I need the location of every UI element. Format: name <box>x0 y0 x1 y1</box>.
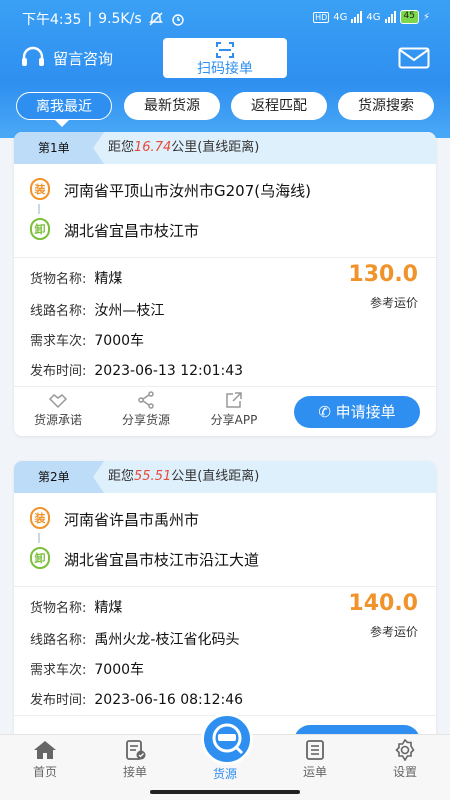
share-app-button[interactable]: 分享APP <box>194 391 274 428</box>
list-icon <box>306 740 324 760</box>
origin-address: 河南省平顶山市汝州市G207(乌海线) <box>64 182 311 200</box>
status-time: 下午4:35 <box>22 12 82 28</box>
time-row: 发布时间: 2023-06-16 08:12:46 <box>30 692 244 708</box>
price-label: 参考运价 <box>369 625 418 639</box>
trips-value: 7000车 <box>94 662 145 678</box>
hd-indicator: HD <box>313 11 330 23</box>
message-button[interactable] <box>398 47 430 73</box>
distance-value: 16.74 <box>134 140 172 155</box>
headset-icon <box>22 46 44 66</box>
signal-icon-2 <box>384 11 396 23</box>
time-value: 2023-06-13 12:01:43 <box>94 363 244 379</box>
route: 装 河南省许昌市禹州市 卸 湖北省宜昌市枝江市沿江大道 <box>14 493 436 587</box>
charging-icon: ⚡ <box>422 11 430 23</box>
trips-row: 需求车次: 7000车 <box>30 662 145 678</box>
scan-label: 扫码接单 <box>197 61 253 77</box>
line-value: 汝州—枝江 <box>94 303 165 319</box>
signal-icon <box>351 11 363 23</box>
nav-home[interactable]: 首页 <box>0 739 90 780</box>
home-icon <box>34 741 56 759</box>
destination-address: 湖北省宜昌市枝江市沿江大道 <box>64 551 260 569</box>
unload-icon: 卸 <box>30 547 50 569</box>
order-number: 第1单 <box>14 132 104 164</box>
filter-tabs: 离我最近 最新货源 返程匹配 货源搜索 <box>0 92 450 127</box>
time-value: 2023-06-16 08:12:46 <box>94 692 244 708</box>
goods-row: 货物名称: 精煤 <box>30 600 123 616</box>
price-label: 参考运价 <box>369 296 418 310</box>
time-row: 发布时间: 2023-06-13 12:01:43 <box>30 363 244 379</box>
mute-icon <box>148 12 163 26</box>
export-icon <box>226 392 242 408</box>
scan-icon <box>216 42 234 58</box>
tab-search[interactable]: 货源搜索 <box>338 92 434 120</box>
order-card[interactable]: 第1单 距您16.74公里(直线距离) 装 河南省平顶山市汝州市G207(乌海线… <box>14 132 436 436</box>
goods-value: 精煤 <box>94 600 123 616</box>
route-connector <box>38 204 40 214</box>
promise-button[interactable]: 货源承诺 <box>18 391 98 428</box>
consult-button[interactable]: 留言咨询 <box>20 46 113 70</box>
price-value: 140.0 <box>348 591 418 616</box>
nav-goods-center[interactable] <box>201 713 253 765</box>
goods-search-icon <box>212 723 244 755</box>
goods-value: 精煤 <box>94 271 123 287</box>
phone-icon: ✆ <box>318 403 331 421</box>
order-info: 货物名称: 精煤 线路名称: 汝州—枝江 需求车次: 7000车 发布时间: 2023-… <box>14 258 436 386</box>
trips-row: 需求车次: 7000车 <box>30 333 145 349</box>
price-value: 130.0 <box>348 262 418 287</box>
nav-accept[interactable]: 接单 <box>90 739 180 780</box>
nav-settings[interactable]: 设置 <box>360 739 450 780</box>
nav-waybill[interactable]: 运单 <box>270 739 360 780</box>
share-goods-button[interactable]: 分享货源 <box>106 391 186 428</box>
line-row: 线路名称: 汝州—枝江 <box>30 303 165 319</box>
status-divider: | <box>87 11 93 27</box>
order-info: 货物名称: 精煤 线路名称: 禹州火龙-枝江省化码头 需求车次: 7000车 发布时间… <box>14 587 436 715</box>
card-header: 第2单 距您55.51公里(直线距离) <box>14 461 436 493</box>
alarm-icon <box>171 14 184 26</box>
order-number: 第2单 <box>14 461 104 493</box>
card-header: 第1单 距您16.74公里(直线距离) <box>14 132 436 164</box>
gear-icon <box>395 739 415 761</box>
top-bar: 留言咨询 扫码接单 <box>0 38 450 82</box>
consult-label: 留言咨询 <box>53 49 114 68</box>
route-connector <box>38 533 40 543</box>
unload-icon: 卸 <box>30 218 50 240</box>
tab-latest[interactable]: 最新货源 <box>124 92 220 120</box>
route: 装 河南省平顶山市汝州市G207(乌海线) 卸 湖北省宜昌市枝江市 <box>14 164 436 258</box>
handshake-icon <box>48 394 68 409</box>
origin-address: 河南省许昌市禹州市 <box>64 511 200 529</box>
scan-order-button[interactable]: 扫码接单 <box>163 38 287 78</box>
share-icon <box>138 391 154 409</box>
line-row: 线路名称: 禹州火龙-枝江省化码头 <box>30 632 240 648</box>
card-actions: 货源承诺 分享货源 分享APP ✆ 申请接单 <box>14 386 436 436</box>
clipboard-check-icon <box>126 740 146 760</box>
status-speed: 9.5K/s <box>98 11 142 27</box>
destination-address: 湖北省宜昌市枝江市 <box>64 222 200 240</box>
tab-nearest[interactable]: 离我最近 <box>16 92 112 120</box>
tab-pointer <box>55 120 69 127</box>
trips-value: 7000车 <box>94 333 145 349</box>
distance-text: 距您55.51公里(直线距离) <box>108 469 260 484</box>
status-bar: 下午4:35 | 9.5K/s HD 4G 4G 45 ⚡ <box>0 0 450 34</box>
nav-goods[interactable]: 货源 <box>180 765 270 782</box>
network-type-2: 4G <box>366 11 381 23</box>
battery-icon: 45 <box>399 10 419 24</box>
home-indicator <box>150 790 300 794</box>
tab-return-match[interactable]: 返程匹配 <box>231 92 327 120</box>
apply-order-button[interactable]: ✆ 申请接单 <box>294 396 420 428</box>
distance-value: 55.51 <box>134 469 172 484</box>
mail-icon <box>398 47 430 69</box>
network-type-1: 4G <box>333 11 348 23</box>
line-value: 禹州火龙-枝江省化码头 <box>94 632 240 648</box>
goods-row: 货物名称: 精煤 <box>30 271 123 287</box>
distance-text: 距您16.74公里(直线距离) <box>108 140 260 155</box>
load-icon: 装 <box>30 507 50 529</box>
load-icon: 装 <box>30 178 50 200</box>
